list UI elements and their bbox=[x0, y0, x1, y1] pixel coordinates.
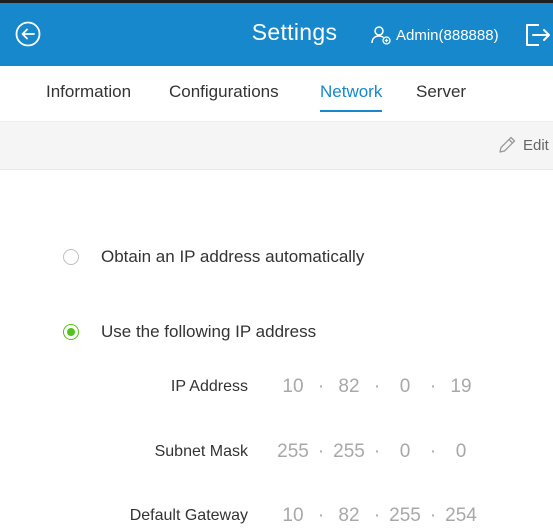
ip-octet-3[interactable]: 0 bbox=[384, 376, 426, 398]
gateway-octet-3[interactable]: 255 bbox=[384, 505, 426, 527]
radio-label-manual: Use the following IP address bbox=[101, 322, 317, 341]
subnet-octet-1[interactable]: 255 bbox=[272, 441, 314, 463]
radio-obtain-automatically[interactable]: Obtain an IP address automatically bbox=[63, 247, 364, 267]
user-admin-icon bbox=[371, 26, 391, 45]
tab-information[interactable]: Information bbox=[46, 82, 131, 112]
octet-separator: · bbox=[429, 441, 437, 462]
subnet-octet-3[interactable]: 0 bbox=[384, 441, 426, 463]
octet-separator: · bbox=[429, 376, 437, 397]
logout-icon[interactable] bbox=[522, 20, 553, 50]
octet-separator: · bbox=[317, 441, 325, 462]
edit-button[interactable]: Edit bbox=[497, 135, 549, 155]
radio-label-auto: Obtain an IP address automatically bbox=[101, 247, 365, 266]
subnet-octet-2[interactable]: 255 bbox=[328, 441, 370, 463]
octet-separator: · bbox=[373, 376, 381, 397]
tab-configurations[interactable]: Configurations bbox=[169, 82, 279, 112]
edit-label: Edit bbox=[523, 136, 549, 154]
gateway-octet-4[interactable]: 254 bbox=[440, 505, 482, 527]
gateway-octet-1[interactable]: 10 bbox=[272, 505, 314, 527]
gateway-octet-2[interactable]: 82 bbox=[328, 505, 370, 527]
radio-use-following[interactable]: Use the following IP address bbox=[63, 322, 316, 342]
octet-separator: · bbox=[373, 505, 381, 526]
subnet-mask-label: Subnet Mask bbox=[154, 443, 248, 460]
ip-octet-1[interactable]: 10 bbox=[272, 376, 314, 398]
ip-octet-4[interactable]: 19 bbox=[440, 376, 482, 398]
ip-octet-2[interactable]: 82 bbox=[328, 376, 370, 398]
pencil-icon bbox=[499, 136, 516, 153]
ip-address-label: IP Address bbox=[170, 378, 248, 395]
octet-separator: · bbox=[429, 505, 437, 526]
toolbar: Edit bbox=[0, 122, 553, 170]
radio-button-unchecked[interactable] bbox=[63, 249, 79, 265]
settings-tabs: Information Configurations Network Serve… bbox=[0, 66, 553, 122]
octet-separator: · bbox=[373, 441, 381, 462]
tab-server[interactable]: Server bbox=[416, 82, 466, 112]
radio-button-checked[interactable] bbox=[63, 324, 79, 340]
octet-separator: · bbox=[317, 505, 325, 526]
user-name: Admin(888888) bbox=[396, 26, 499, 44]
octet-separator: · bbox=[317, 376, 325, 397]
user-account[interactable]: Admin(888888) bbox=[370, 23, 499, 47]
tab-network[interactable]: Network bbox=[320, 82, 383, 112]
header-bar: Settings Admin(888888) bbox=[0, 3, 553, 66]
default-gateway-label: Default Gateway bbox=[129, 507, 248, 524]
subnet-octet-4[interactable]: 0 bbox=[440, 441, 482, 463]
